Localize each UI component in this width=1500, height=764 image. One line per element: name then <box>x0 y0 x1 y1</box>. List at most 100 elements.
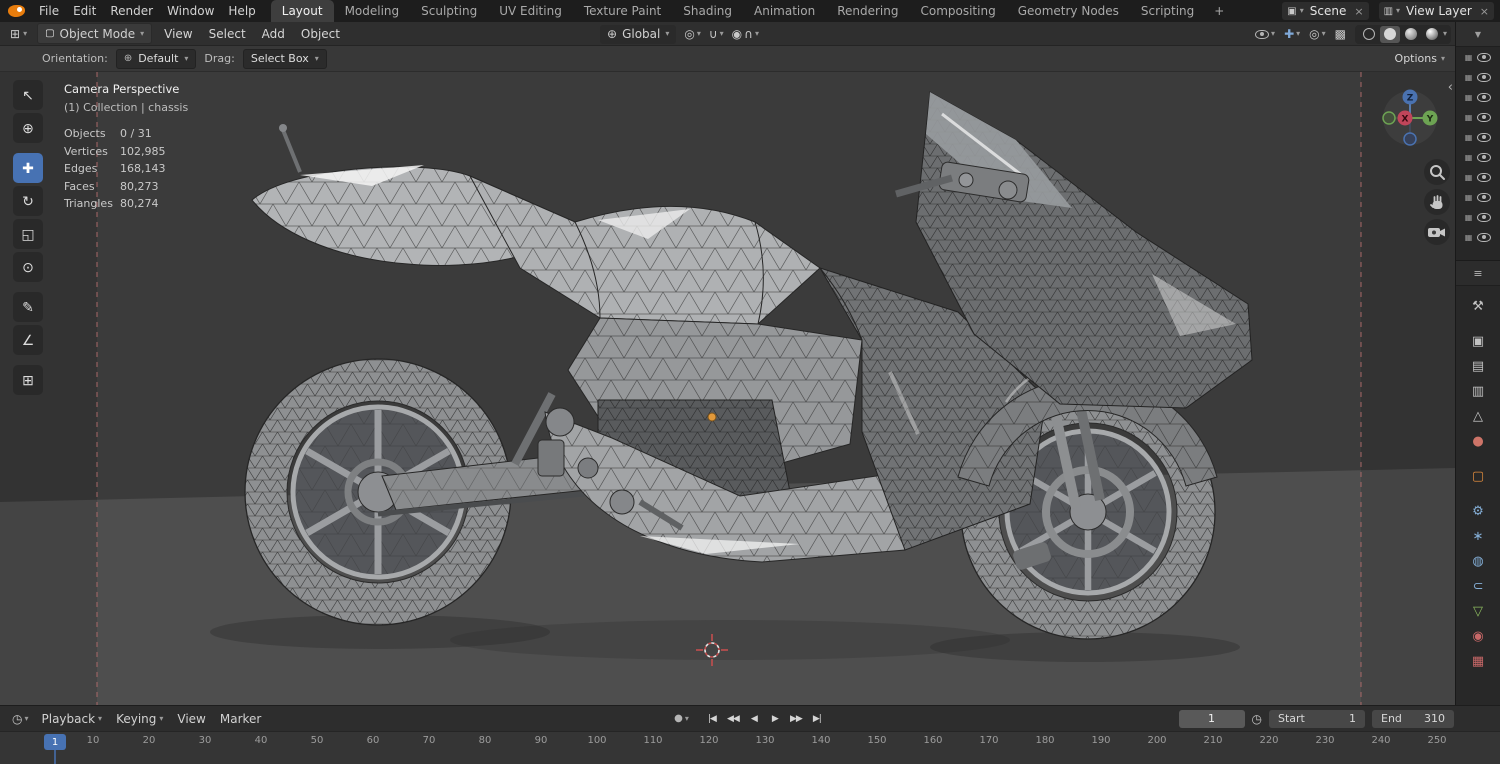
properties-tab-physics[interactable]: ◍ <box>1461 549 1495 574</box>
properties-tab-modifiers[interactable]: ⚙ <box>1461 499 1495 524</box>
properties-tab-material[interactable]: ◉ <box>1461 624 1495 649</box>
remove-view-layer-icon[interactable]: × <box>1478 5 1489 18</box>
frame-start-field[interactable]: Start 1 <box>1269 709 1365 728</box>
workspace-tab[interactable]: Sculpting <box>410 0 488 22</box>
auto-keying-button[interactable]: ● ▾ <box>674 713 689 724</box>
chevron-down-icon[interactable]: ▾ <box>1396 7 1400 15</box>
toggle-xray-icon[interactable]: ▩ <box>1335 28 1346 40</box>
scene-selector[interactable]: ▣ ▾ Scene × <box>1282 2 1369 20</box>
show-gizmo-toggle[interactable]: ✚ ▾ <box>1284 28 1300 40</box>
chevron-down-icon[interactable]: ▾ <box>1443 30 1447 38</box>
timeline-menu[interactable]: Marker <box>213 712 268 726</box>
unlink-scene-icon[interactable]: × <box>1352 5 1363 18</box>
tool-measure[interactable]: ∠ <box>13 325 43 355</box>
app-menu[interactable]: Window <box>160 4 221 18</box>
transport-play-reverse[interactable]: ◀ <box>745 709 763 728</box>
properties-tab-tool[interactable]: ⚒ <box>1461 294 1495 319</box>
shading-rendered-button[interactable] <box>1422 26 1442 43</box>
outliner-row[interactable]: ▦ <box>1456 107 1500 127</box>
tool-add-cube[interactable]: ⊞ <box>13 365 43 395</box>
viewport-menu[interactable]: Select <box>201 27 254 41</box>
hide-in-viewport-eye-icon[interactable] <box>1477 132 1492 142</box>
timeline-editor-type-button[interactable]: ◷ ▾ <box>6 712 35 726</box>
snap-magnet-icon[interactable]: ∪ <box>709 28 718 40</box>
hide-in-viewport-eye-icon[interactable] <box>1477 152 1492 162</box>
properties-tab-scene[interactable]: △ <box>1461 404 1495 429</box>
outliner-row[interactable]: ▦ <box>1456 67 1500 87</box>
transport-jump-to-end[interactable]: ▶| <box>808 709 826 728</box>
tool-move[interactable]: ✚ <box>13 153 43 183</box>
tool-rotate[interactable]: ↻ <box>13 186 43 216</box>
outliner-row[interactable]: ▦ <box>1456 147 1500 167</box>
sidebar-collapse-icon[interactable]: ‹ <box>1448 80 1453 95</box>
chevron-down-icon[interactable]: ▾ <box>1300 7 1304 15</box>
transport-next-keyframe[interactable]: ▶▶ <box>787 709 805 728</box>
hide-in-viewport-eye-icon[interactable] <box>1477 72 1492 82</box>
chevron-down-icon[interactable]: ▾ <box>755 30 759 38</box>
show-overlays-toggle[interactable]: ◎ ▾ <box>1309 28 1326 40</box>
frame-end-field[interactable]: End 310 <box>1372 709 1454 728</box>
workspace-tab[interactable]: Animation <box>743 0 826 22</box>
workspace-tab[interactable]: Layout <box>270 0 334 22</box>
hide-in-viewport-eye-icon[interactable] <box>1477 92 1492 102</box>
hide-in-viewport-eye-icon[interactable] <box>1477 52 1492 62</box>
workspace-tab[interactable]: Shading <box>672 0 743 22</box>
outliner-row[interactable]: ▦ <box>1456 47 1500 67</box>
outliner-row[interactable]: ▦ <box>1456 87 1500 107</box>
proportional-editing-controls[interactable]: ◉ ∩ ▾ <box>732 28 759 40</box>
tool-transform[interactable]: ⊙ <box>13 252 43 282</box>
app-menu[interactable]: File <box>32 4 66 18</box>
properties-tab-object[interactable]: ▢ <box>1461 464 1495 489</box>
outliner-row[interactable]: ▦ <box>1456 187 1500 207</box>
current-frame-field[interactable]: 1 <box>1178 709 1245 728</box>
proportional-editing-icon[interactable]: ◉ <box>732 28 742 40</box>
viewport-menu[interactable]: View <box>156 27 200 41</box>
properties-tab-object-data[interactable]: ▽ <box>1461 599 1495 624</box>
chevron-down-icon[interactable]: ▾ <box>720 30 724 38</box>
properties-tab-render[interactable]: ▣ <box>1461 329 1495 354</box>
workspace-tab[interactable]: Texture Paint <box>573 0 672 22</box>
workspace-tab[interactable]: Rendering <box>826 0 909 22</box>
drag-dropdown[interactable]: Select Box ▾ <box>242 48 327 69</box>
tool-annotate[interactable]: ✎ <box>13 292 43 322</box>
properties-tab-world[interactable]: ● <box>1461 429 1495 454</box>
hide-in-viewport-eye-icon[interactable] <box>1477 212 1492 222</box>
viewport-canvas[interactable]: ↖ ⊕ ✚ ↻ ◱ ⊙ ✎ ∠ ⊞ Camera Perspective (1)… <box>0 72 1455 705</box>
snap-controls[interactable]: ∪ ▾ <box>709 28 724 40</box>
workspace-tab[interactable]: Scripting <box>1130 0 1205 22</box>
workspace-tab[interactable]: UV Editing <box>488 0 573 22</box>
camera-view-button[interactable] <box>1424 219 1450 245</box>
view-layer-selector[interactable]: ▥ ▾ View Layer × <box>1378 2 1494 20</box>
blender-logo-icon[interactable] <box>8 5 25 17</box>
properties-tab-texture[interactable]: ▦ <box>1461 649 1495 674</box>
tool-scale[interactable]: ◱ <box>13 219 43 249</box>
mode-dropdown[interactable]: ▢ Object Mode ▾ <box>37 23 153 44</box>
timeline-menu[interactable]: View <box>170 712 212 726</box>
workspace-tab[interactable]: Compositing <box>909 0 1006 22</box>
zoom-button[interactable] <box>1424 159 1450 185</box>
viewport-menu[interactable]: Add <box>254 27 293 41</box>
properties-tab-view-layer[interactable]: ▥ <box>1461 379 1495 404</box>
workspace-tab[interactable]: Geometry Nodes <box>1007 0 1130 22</box>
add-workspace-button[interactable]: + <box>1205 4 1233 18</box>
view-layer-icon[interactable]: ▥ <box>1384 6 1393 17</box>
pan-button[interactable] <box>1424 189 1450 215</box>
transport-play[interactable]: ▶ <box>766 709 784 728</box>
hide-in-viewport-eye-icon[interactable] <box>1477 192 1492 202</box>
transport-previous-keyframe[interactable]: ◀◀ <box>724 709 742 728</box>
orientation-default-dropdown[interactable]: ⊕ Default ▾ <box>115 48 197 69</box>
outliner-row[interactable]: ▦ <box>1456 127 1500 147</box>
hide-in-viewport-eye-icon[interactable] <box>1477 232 1492 242</box>
timeline-menu[interactable]: Playback ▾ <box>35 712 110 726</box>
tool-select-box[interactable]: ↖ <box>13 80 43 110</box>
gizmo-negative-z[interactable] <box>1403 132 1417 146</box>
transport-jump-to-start[interactable]: |◀ <box>703 709 721 728</box>
navigation-gizmo[interactable]: Z Y X <box>1378 86 1442 150</box>
gizmo-negative-y[interactable] <box>1382 111 1396 125</box>
app-menu[interactable]: Render <box>103 4 160 18</box>
viewport-3d-scene[interactable] <box>0 72 1455 705</box>
app-menu[interactable]: Edit <box>66 4 103 18</box>
app-menu[interactable]: Help <box>221 4 262 18</box>
editor-type-button[interactable]: ⊞ ▾ <box>4 28 33 40</box>
tool-cursor[interactable]: ⊕ <box>13 113 43 143</box>
